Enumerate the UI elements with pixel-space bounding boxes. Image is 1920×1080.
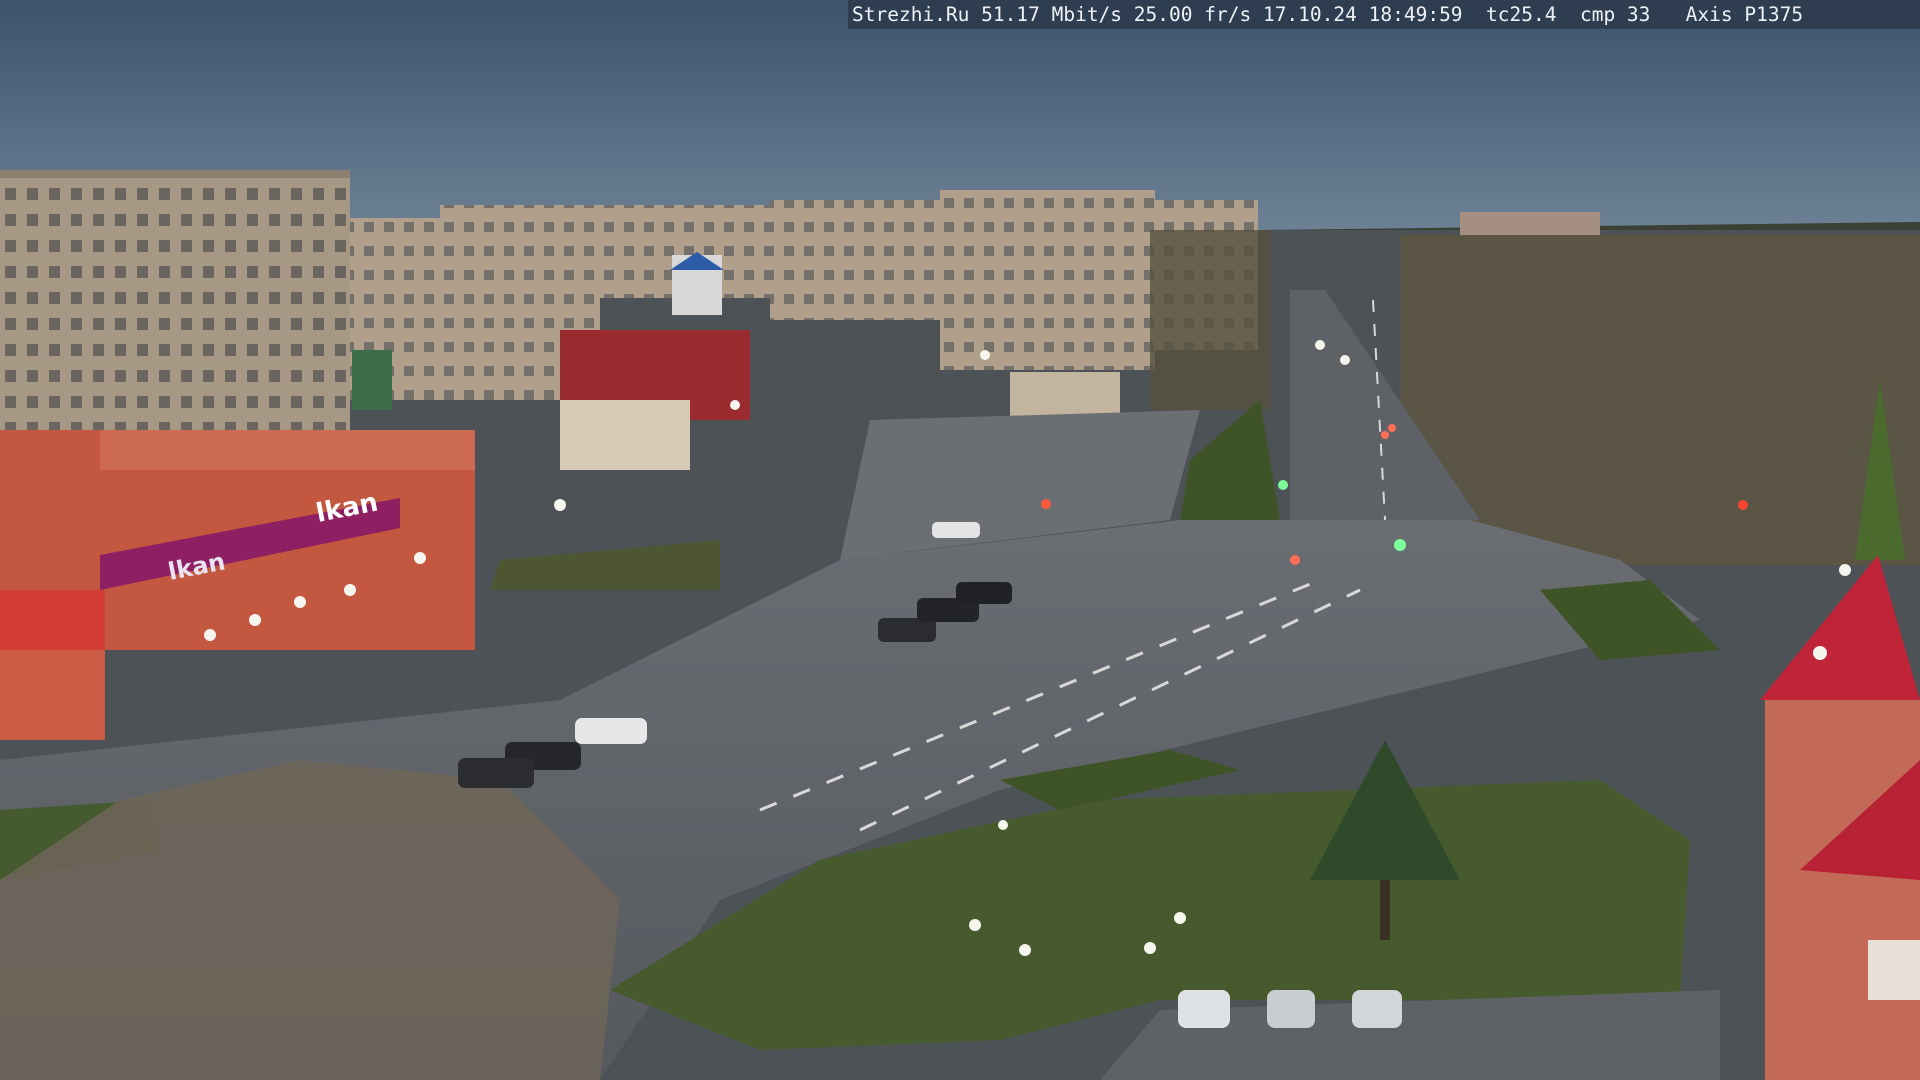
car — [1178, 990, 1230, 1028]
tall-apartment-tower — [940, 190, 1155, 370]
pine-trunk — [1380, 880, 1390, 940]
osd-time: 18:49:59 — [1368, 3, 1463, 26]
store-lower-wall — [0, 650, 105, 740]
car — [575, 718, 647, 744]
tree-belt — [1150, 230, 1270, 410]
osd-cmp: cmp 33 — [1579, 3, 1651, 26]
roof-edge — [0, 170, 350, 178]
car — [458, 758, 534, 788]
right-building-window — [1868, 940, 1920, 1000]
osd-tc: tc25.4 — [1486, 3, 1557, 26]
green-roof-house — [352, 350, 392, 410]
right-red-building — [1765, 700, 1920, 1080]
car — [1267, 990, 1315, 1028]
osd-site: Strezhi.Ru — [852, 3, 970, 26]
osd-date: 17.10.24 — [1262, 3, 1357, 26]
car — [956, 582, 1012, 604]
right-forest — [1400, 235, 1920, 565]
osd-bitrate: 51.17 Mbit/s — [981, 3, 1123, 26]
webcam-scene: lkan lkan — [0, 0, 1920, 1080]
camera-osd-overlay: Strezhi.Ru 51.17 Mbit/s 25.00 fr/s 17.10… — [848, 0, 1920, 29]
osd-model: Axis P1375 — [1685, 3, 1804, 26]
background-apartment-block — [770, 200, 940, 320]
car — [932, 522, 980, 538]
red-roof-building-lower — [560, 400, 690, 470]
osd-framerate: 25.00 fr/s — [1133, 3, 1252, 26]
car — [1352, 990, 1402, 1028]
store-top-wall — [100, 430, 475, 470]
